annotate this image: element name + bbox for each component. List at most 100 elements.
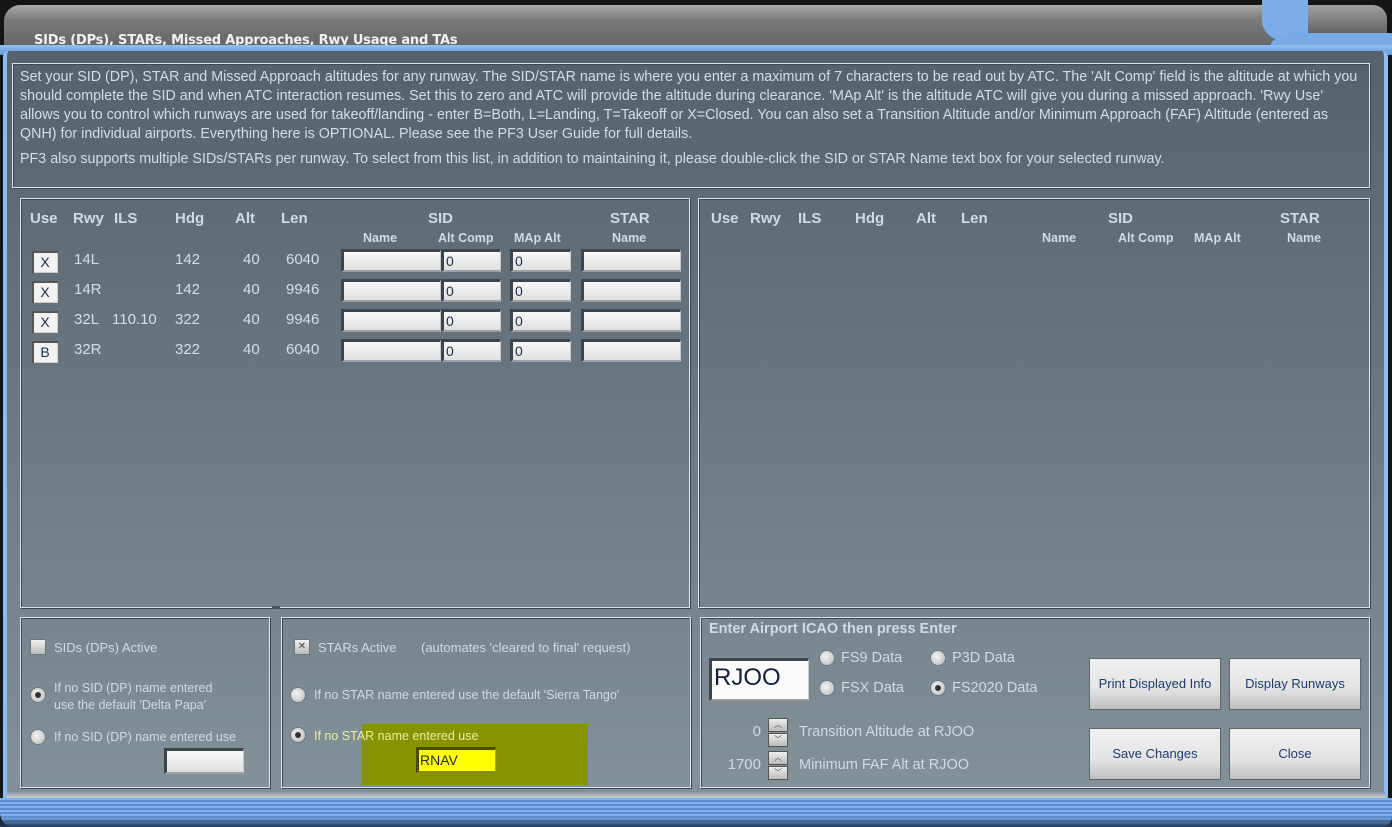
fs9-data-radio[interactable] [820, 651, 834, 665]
col-star-name: Name [1287, 231, 1322, 245]
chevron-down-icon: ﹀ [774, 768, 782, 777]
star-name-input[interactable] [581, 249, 681, 272]
star-custom-radio[interactable] [291, 728, 305, 742]
title-bar-right [1305, 5, 1387, 35]
sids-active-label: SIDs (DPs) Active [54, 640, 158, 655]
star-default-label: If no STAR name entered use the default … [314, 688, 620, 702]
p3d-data-radio[interactable] [931, 651, 945, 665]
map-alt-input[interactable]: 0 [510, 339, 571, 362]
runway-heading: 322 [175, 311, 201, 328]
runway-use-input[interactable]: B [32, 341, 58, 363]
sid-name-input[interactable] [341, 339, 441, 362]
runway-altitude: 40 [243, 311, 260, 328]
alt-comp-input[interactable]: 0 [441, 249, 501, 272]
close-button[interactable]: Close [1230, 729, 1360, 779]
runway-altitude: 40 [243, 251, 260, 268]
runway-heading: 142 [175, 281, 201, 298]
frame-bottom-band [0, 798, 1392, 827]
transition-altitude-label: Transition Altitude at RJOO [799, 724, 975, 740]
star-custom-label: If no STAR name entered use [314, 729, 479, 743]
chevron-up-icon: ︿ [774, 720, 782, 729]
splitter-handle[interactable] [272, 606, 280, 609]
col-map-alt: MAp Alt [514, 231, 561, 245]
col-sid-name: Name [363, 231, 398, 245]
runway-altitude: 40 [243, 281, 260, 298]
fsx-data-label: FSX Data [841, 680, 904, 696]
min-faf-alt-label: Minimum FAF Alt at RJOO [799, 757, 969, 773]
col-star-name: Name [612, 231, 647, 245]
fs9-data-label: FS9 Data [841, 650, 903, 666]
runway-use-input[interactable]: X [32, 311, 58, 333]
check-icon: ✕ [297, 641, 307, 652]
col-len: Len [961, 210, 988, 227]
runway-heading: 142 [175, 251, 201, 268]
sid-default-label-line1: If no SID (DP) name entered [54, 681, 213, 695]
sid-name-input[interactable] [341, 309, 441, 332]
stars-active-checkbox[interactable]: ✕ [295, 640, 309, 654]
col-hdg: Hdg [855, 210, 885, 227]
min-faf-up-button[interactable]: ︿ [769, 752, 787, 764]
transition-altitude-value: 0 [752, 723, 761, 740]
col-ils: ILS [114, 210, 138, 227]
runway-use-input[interactable]: X [32, 251, 58, 273]
stars-active-label: STARs Active [318, 640, 397, 655]
runway-length: 9946 [286, 281, 320, 298]
col-alt: Alt [235, 210, 255, 227]
runway-id: 14L [74, 251, 100, 268]
transition-down-button[interactable]: ﹀ [769, 734, 787, 746]
runway-heading: 322 [175, 341, 201, 358]
star-name-input[interactable] [581, 279, 681, 302]
sid-default-radio[interactable] [31, 688, 45, 702]
info-paragraph-1: Set your SID (DP), STAR and Missed Appro… [20, 69, 1358, 142]
sid-custom-input[interactable] [164, 748, 244, 774]
chevron-down-icon: ﹀ [774, 735, 782, 744]
sid-custom-label: If no SID (DP) name entered use [54, 730, 237, 744]
runway-length: 6040 [286, 251, 320, 268]
star-name-input[interactable] [581, 339, 681, 362]
info-paragraph-2: PF3 also supports multiple SIDs/STARs pe… [20, 151, 1165, 167]
sids-active-checkbox[interactable] [31, 640, 45, 654]
star-name-input[interactable] [581, 309, 681, 332]
runway-id: 14R [74, 281, 102, 298]
alt-comp-input[interactable]: 0 [441, 279, 501, 302]
save-changes-button[interactable]: Save Changes [1090, 729, 1220, 779]
sid-default-label-line2: use the default 'Delta Papa' [54, 698, 207, 712]
print-displayed-info-button[interactable]: Print Displayed Info [1090, 659, 1220, 709]
star-custom-input[interactable]: RNAV [416, 747, 496, 773]
col-ils: ILS [798, 210, 822, 227]
map-alt-input[interactable]: 0 [510, 249, 571, 272]
title-bar[interactable]: SIDs (DPs), STARs, Missed Approaches, Rw… [4, 5, 1324, 48]
airport-heading: Enter Airport ICAO then press Enter [709, 621, 957, 637]
col-rwy: Rwy [750, 210, 781, 227]
map-alt-input[interactable]: 0 [510, 279, 571, 302]
col-use: Use [30, 210, 58, 227]
col-alt-comp: Alt Comp [1118, 231, 1174, 245]
col-hdg: Hdg [175, 210, 205, 227]
info-panel: Set your SID (DP), STAR and Missed Appro… [12, 63, 1370, 188]
sid-custom-radio[interactable] [31, 730, 45, 744]
runway-id: 32L [74, 311, 100, 328]
runway-length: 9946 [286, 311, 320, 328]
sid-name-input[interactable] [341, 279, 441, 302]
star-default-radio[interactable] [291, 688, 305, 702]
fsx-data-radio[interactable] [820, 681, 834, 695]
chevron-up-icon: ︿ [774, 753, 782, 762]
min-faf-alt-value: 1700 [727, 756, 761, 773]
fs2020-data-radio[interactable] [931, 681, 945, 695]
sid-name-input[interactable] [341, 249, 441, 272]
icao-input[interactable]: RJOO [709, 658, 809, 701]
runway-length: 6040 [286, 341, 320, 358]
col-alt: Alt [916, 210, 936, 227]
col-star: STAR [1280, 210, 1320, 227]
runway-use-input[interactable]: X [32, 281, 58, 303]
runway-altitude: 40 [243, 341, 260, 358]
transition-up-button[interactable]: ︿ [769, 719, 787, 731]
col-alt-comp: Alt Comp [438, 231, 494, 245]
alt-comp-input[interactable]: 0 [441, 309, 501, 332]
display-runways-button[interactable]: Display Runways [1230, 659, 1360, 709]
alt-comp-input[interactable]: 0 [441, 339, 501, 362]
map-alt-input[interactable]: 0 [510, 309, 571, 332]
col-star: STAR [610, 210, 650, 227]
min-faf-down-button[interactable]: ﹀ [769, 767, 787, 779]
col-sid: SID [428, 210, 454, 227]
